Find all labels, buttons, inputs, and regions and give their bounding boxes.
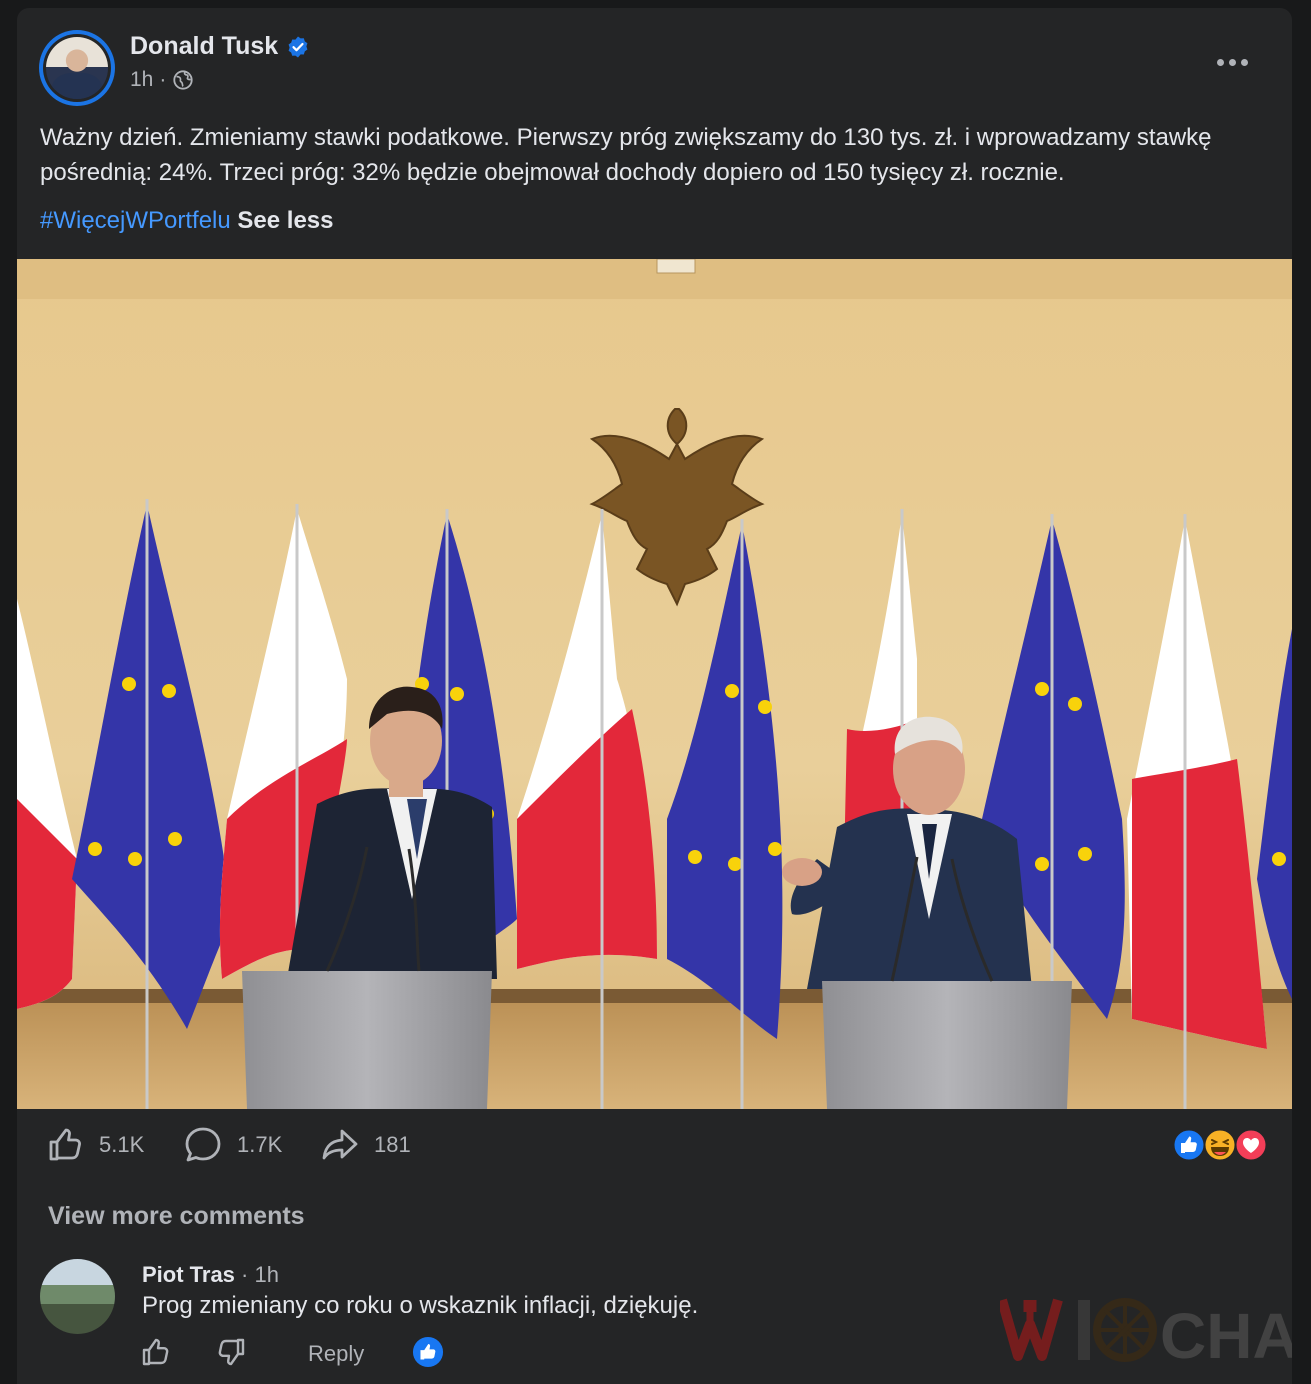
post-actions-bar: 5.1K 1.7K 181 (17, 1125, 1292, 1175)
comment-time[interactable]: · 1h (241, 1262, 279, 1287)
podium-right (822, 981, 1072, 1109)
reaction-summary[interactable] (1172, 1128, 1268, 1162)
view-more-comments-link[interactable]: View more comments (48, 1202, 305, 1231)
avatar-photo (46, 37, 108, 99)
thumbs-up-icon (142, 1338, 169, 1366)
comment-like-button[interactable] (139, 1335, 173, 1375)
dot-icon (1216, 58, 1224, 66)
share-button[interactable]: 181 (320, 1125, 411, 1165)
author-avatar[interactable] (39, 30, 115, 106)
wiocha-watermark-logo: CHA (1000, 1298, 1292, 1372)
more-options-button[interactable] (1212, 50, 1252, 74)
comment-text: Prog zmieniany co roku o wskaznik inflac… (142, 1292, 699, 1319)
hashtag-link[interactable]: #WięcejWPortfelu (40, 207, 231, 234)
comment-count: 1.7K (237, 1132, 283, 1157)
thumbs-down-icon (218, 1338, 245, 1366)
like-reaction-icon[interactable] (412, 1336, 444, 1368)
comment-reply-button[interactable]: Reply (308, 1341, 364, 1367)
globe-icon (173, 70, 193, 90)
love-reaction-icon (1234, 1128, 1268, 1162)
share-count: 181 (374, 1132, 411, 1157)
comment-author-row: Piot Tras · 1h (142, 1262, 279, 1288)
dot-icon (1228, 58, 1236, 66)
post-photo[interactable] (17, 259, 1292, 1109)
podium-left (242, 971, 492, 1109)
like-icon (49, 1128, 81, 1161)
post-text: Ważny dzień. Zmieniamy stawki podatkowe.… (40, 124, 1212, 186)
comment-button[interactable]: 1.7K (183, 1125, 282, 1165)
like-reaction-icon (1172, 1128, 1206, 1162)
haha-reaction-icon (1203, 1128, 1237, 1162)
verified-badge-icon (288, 36, 308, 57)
comment-dislike-button[interactable] (214, 1335, 248, 1375)
see-less-button[interactable]: See less (237, 207, 333, 234)
commenter-avatar[interactable] (40, 1259, 115, 1334)
post-time[interactable]: 1h (130, 68, 153, 92)
like-count: 5.1K (99, 1132, 145, 1157)
share-icon (322, 1129, 358, 1160)
comment-author[interactable]: Piot Tras (142, 1262, 235, 1287)
author-name[interactable]: Donald Tusk (130, 32, 278, 61)
svg-text:CHA: CHA (1160, 1300, 1292, 1372)
like-button[interactable]: 5.1K (45, 1125, 144, 1165)
post-card: Donald Tusk 1h · Ważny dzień. Zmieniamy … (17, 8, 1292, 1384)
comment-icon (185, 1127, 221, 1162)
meta-separator: · (159, 68, 167, 91)
dot-icon (1240, 58, 1248, 66)
